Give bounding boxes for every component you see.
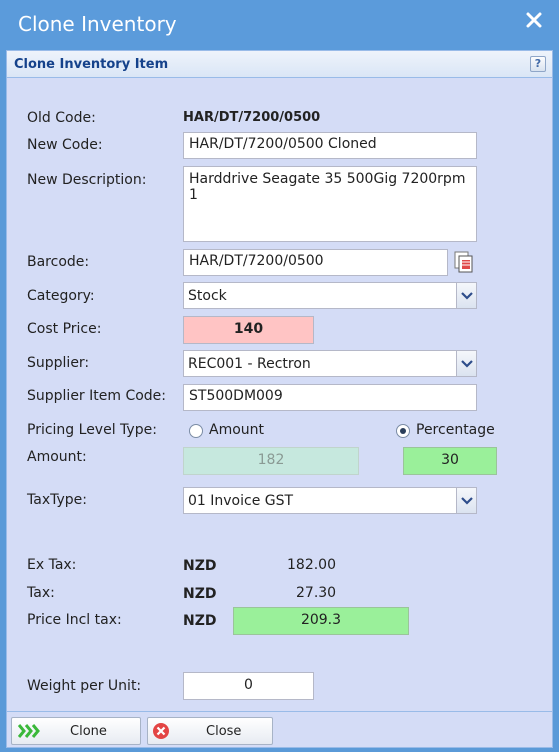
ex-tax-label: Ex Tax: <box>27 557 77 573</box>
ex-tax-value: 182.00 <box>287 557 336 573</box>
supplier-label: Supplier: <box>27 355 90 371</box>
percentage-radio[interactable] <box>396 424 410 438</box>
chevron-down-icon[interactable] <box>456 488 476 513</box>
panel-header: Clone Inventory Item ? <box>7 51 552 78</box>
category-value: Stock <box>188 288 227 304</box>
close-button[interactable]: Close <box>147 717 273 745</box>
price-incl-tax-label: Price Incl tax: <box>27 612 122 628</box>
taxtype-value: 01 Invoice GST <box>188 493 294 509</box>
weight-per-unit-label: Weight per Unit: <box>27 678 142 694</box>
percentage-input[interactable]: 30 <box>403 447 497 475</box>
amount-radio[interactable] <box>189 424 203 438</box>
clone-panel: Clone Inventory Item ? Old Code: HAR/DT/… <box>6 50 553 748</box>
amount-option-label[interactable]: Amount <box>209 422 264 438</box>
close-button-label: Close <box>206 724 242 739</box>
supplier-item-code-input[interactable]: ST500DM009 <box>183 384 477 411</box>
barcode-label: Barcode: <box>27 254 90 270</box>
taxtype-select[interactable]: 01 Invoice GST <box>183 487 477 514</box>
button-bar: Clone Close <box>7 711 552 747</box>
old-code-label: Old Code: <box>27 110 96 126</box>
amount-input: 182 <box>183 447 359 475</box>
barcode-input[interactable]: HAR/DT/7200/0500 <box>183 249 448 276</box>
cost-price-input[interactable]: 140 <box>183 316 314 344</box>
chevron-down-icon[interactable] <box>456 283 476 308</box>
supplier-item-code-label: Supplier Item Code: <box>27 388 167 404</box>
old-code-value: HAR/DT/7200/0500 <box>183 110 321 125</box>
tax-value: 27.30 <box>296 585 337 601</box>
weight-per-unit-input[interactable]: 0 <box>183 672 314 700</box>
new-code-label: New Code: <box>27 137 103 153</box>
window-titlebar: Clone Inventory <box>0 0 559 50</box>
tax-label: Tax: <box>27 585 55 601</box>
amount-label: Amount: <box>27 449 87 465</box>
price-incl-tax-currency: NZD <box>183 613 217 629</box>
cost-price-label: Cost Price: <box>27 321 102 337</box>
percentage-option-label[interactable]: Percentage <box>416 422 495 438</box>
category-select[interactable]: Stock <box>183 282 477 309</box>
new-description-label: New Description: <box>27 172 147 188</box>
category-label: Category: <box>27 288 95 304</box>
new-description-textarea[interactable]: Harddrive Seagate 35 500Gig 7200rpm 1 <box>183 166 477 242</box>
clone-button[interactable]: Clone <box>11 717 141 745</box>
pricing-level-type-label: Pricing Level Type: <box>27 422 157 438</box>
chevron-down-icon[interactable] <box>456 351 476 376</box>
help-icon[interactable]: ? <box>530 56 546 72</box>
ex-tax-currency: NZD <box>183 558 217 574</box>
clone-button-label: Clone <box>70 724 107 739</box>
new-code-input[interactable]: HAR/DT/7200/0500 Cloned <box>183 132 477 159</box>
generate-barcode-icon[interactable] <box>449 248 478 276</box>
price-incl-tax-input[interactable]: 209.3 <box>233 607 409 635</box>
cancel-icon <box>152 722 170 744</box>
taxtype-label: TaxType: <box>27 492 87 508</box>
window-title: Clone Inventory <box>18 12 177 36</box>
tax-currency: NZD <box>183 586 217 602</box>
panel-title: Clone Inventory Item <box>14 57 169 72</box>
supplier-value: REC001 - Rectron <box>188 356 311 372</box>
close-window-icon[interactable] <box>523 9 545 31</box>
forward-arrows-icon <box>17 724 40 742</box>
supplier-select[interactable]: REC001 - Rectron <box>183 350 477 377</box>
